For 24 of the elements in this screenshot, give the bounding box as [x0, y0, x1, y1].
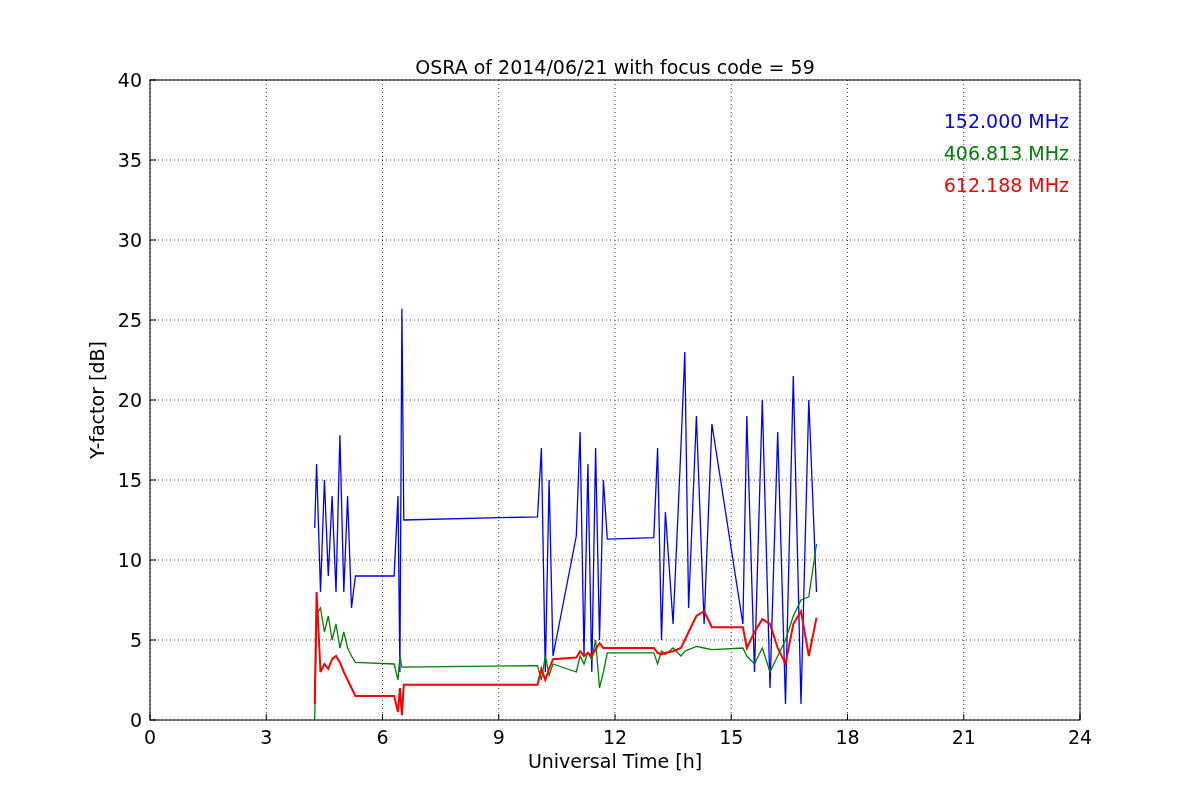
y-tick-label: 15 [117, 469, 142, 491]
x-tick-label: 18 [835, 726, 860, 748]
y-tick-label: 25 [117, 309, 142, 331]
y-tick-label: 35 [117, 149, 142, 171]
chart-title: OSRA of 2014/06/21 with focus code = 59 [415, 56, 815, 78]
y-tick-label: 30 [117, 229, 142, 251]
y-tick-label: 40 [117, 69, 142, 91]
x-tick-label: 15 [719, 726, 744, 748]
legend-label: 152.000 MHz [943, 110, 1069, 132]
legend-label: 612.188 MHz [943, 174, 1069, 196]
legend-label: 406.813 MHz [943, 142, 1069, 164]
x-tick-label: 0 [143, 726, 157, 748]
x-tick-label: 21 [951, 726, 976, 748]
y-tick-label: 20 [117, 389, 142, 411]
x-tick-label: 3 [260, 726, 273, 748]
x-tick-label: 6 [376, 726, 389, 748]
x-tick-label: 24 [1067, 726, 1093, 748]
x-axis-label: Universal Time [h] [527, 750, 703, 772]
y-tick-label: 0 [129, 709, 142, 731]
y-tick-label: 10 [117, 549, 142, 571]
y-axis-label: Y-factor [dB] [86, 341, 108, 459]
x-tick-label: 12 [602, 726, 628, 748]
x-tick-label: 9 [492, 726, 505, 748]
y-tick-label: 5 [129, 629, 142, 651]
